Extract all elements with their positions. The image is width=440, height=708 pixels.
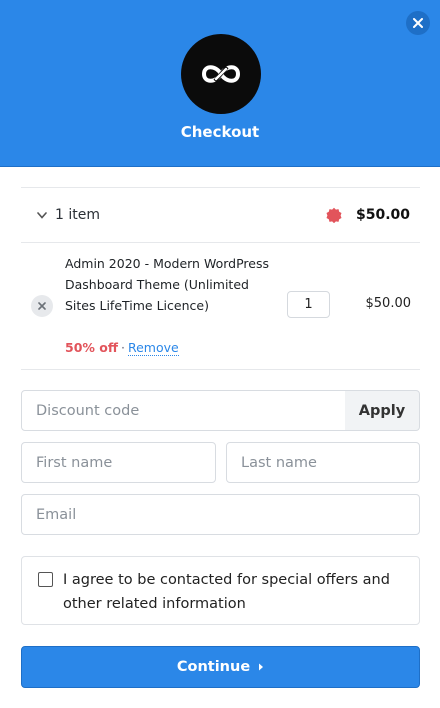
page-title: Checkout bbox=[180, 123, 260, 141]
line-item-price: $50.00 bbox=[365, 296, 412, 311]
close-icon bbox=[38, 302, 46, 310]
continue-label: Continue bbox=[176, 659, 251, 675]
close-button[interactable] bbox=[406, 11, 430, 35]
line-item: Admin 2020 - Modern WordPress Dashboard … bbox=[21, 243, 420, 369]
consent-checkbox[interactable] bbox=[38, 572, 53, 587]
quantity-input[interactable] bbox=[287, 291, 330, 318]
consent-label: I agree to be contacted for special offe… bbox=[63, 572, 390, 612]
caret-right-icon bbox=[259, 663, 264, 671]
close-icon bbox=[413, 18, 423, 28]
checkout-header: Checkout bbox=[0, 0, 440, 167]
separator: · bbox=[121, 340, 125, 355]
order-summary-toggle[interactable]: 1 item $50.00 bbox=[21, 188, 420, 242]
remove-discount-link[interactable]: Remove bbox=[127, 340, 179, 356]
discount-code-input[interactable] bbox=[21, 390, 346, 431]
email-input[interactable] bbox=[21, 494, 420, 535]
sale-badge-icon bbox=[326, 207, 342, 223]
infinity-link-logo-icon bbox=[181, 34, 261, 114]
divider bbox=[21, 369, 420, 370]
apply-discount-button[interactable]: Apply bbox=[345, 390, 420, 431]
order-total: $50.00 bbox=[355, 207, 410, 223]
continue-button[interactable]: Continue bbox=[21, 646, 420, 688]
item-count: 1 item bbox=[55, 207, 100, 223]
chevron-down-icon bbox=[37, 211, 47, 219]
remove-item-button[interactable] bbox=[31, 295, 53, 317]
product-name: Admin 2020 - Modern WordPress Dashboard … bbox=[65, 256, 269, 313]
marketing-consent: I agree to be contacted for special offe… bbox=[21, 556, 420, 625]
first-name-input[interactable] bbox=[21, 442, 216, 483]
discount-badge: 50% off bbox=[65, 340, 118, 355]
last-name-input[interactable] bbox=[226, 442, 420, 483]
discount-line: 50% off · Remove bbox=[65, 338, 179, 358]
